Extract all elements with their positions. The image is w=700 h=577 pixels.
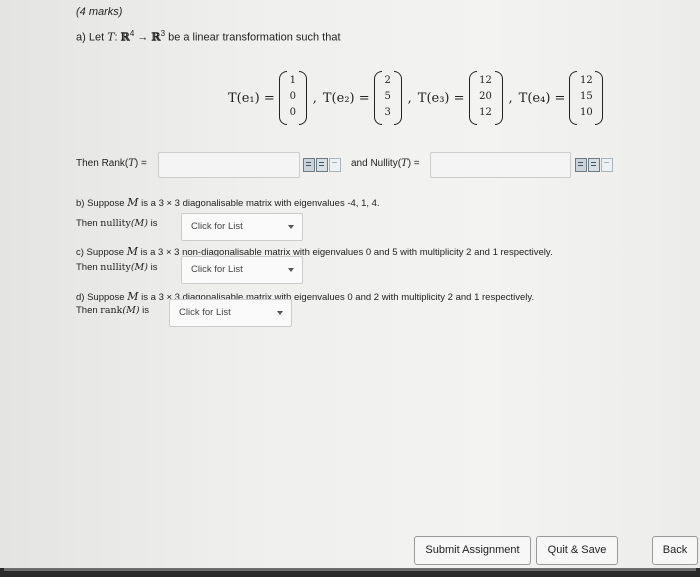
chevron-down-icon (288, 268, 294, 272)
column-vector-3: 12 20 12 (468, 71, 503, 125)
equation-editor-icon[interactable] (575, 158, 587, 172)
preview-icon[interactable] (329, 158, 341, 172)
part-b-question: Then nullity(M) is (76, 218, 158, 229)
chevron-down-icon (288, 225, 294, 229)
matrix-editor-icon[interactable] (588, 158, 600, 172)
rank-label: Then Rank(T) = (76, 158, 147, 169)
quit-and-save-button[interactable]: Quit & Save (536, 536, 618, 565)
marks-label: (4 marks) (76, 6, 123, 18)
vector-label-3: T(e₃) = (417, 90, 465, 106)
chevron-down-icon (277, 311, 283, 315)
equation-editor-icon[interactable] (303, 158, 315, 172)
preview-icon[interactable] (601, 158, 613, 172)
column-vector-1: 1 0 0 (278, 71, 307, 125)
column-vector-4: 12 15 10 (569, 71, 604, 125)
part-b-statement: b) Suppose M is a 3 × 3 diagonalisable m… (76, 196, 380, 209)
rank-input[interactable] (158, 152, 300, 178)
part-a-statement: a) Let T: ℝ4 → ℝ3 be a linear transforma… (76, 29, 341, 44)
part-c-question: Then nullity(M) is (76, 262, 158, 273)
part-d-statement: d) Suppose M is a 3 × 3 diagonalisable m… (76, 290, 535, 303)
question-page: (4 marks) a) Let T: ℝ4 → ℝ3 be a linear … (0, 0, 700, 568)
transformation-vectors: T(e₁) = 1 0 0 , T(e₂) = 2 5 3 , T(e₃) = … (228, 70, 607, 126)
rank-input-tools (303, 158, 341, 172)
screen-bezel (0, 568, 700, 577)
column-vector-2: 2 5 3 (373, 71, 402, 125)
part-c-statement: c) Suppose M is a 3 × 3 non-diagonalisab… (76, 245, 553, 258)
vector-label-4: T(e₄) = (518, 90, 566, 106)
matrix-editor-icon[interactable] (316, 158, 328, 172)
back-button[interactable]: Back (652, 536, 698, 565)
nullity-input[interactable] (430, 152, 571, 178)
nullity-input-tools (575, 158, 613, 172)
nullity-label: and Nullity(T) = (351, 158, 420, 169)
part-c-select[interactable]: Click for List (181, 256, 303, 284)
vector-label-1: T(e₁) = (228, 90, 275, 106)
submit-assignment-button[interactable]: Submit Assignment (414, 536, 531, 565)
vector-label-2: T(e₂) = (322, 90, 370, 106)
part-d-select[interactable]: Click for List (169, 299, 292, 327)
part-d-question: Then rank(M) is (76, 305, 150, 316)
part-b-select[interactable]: Click for List (181, 213, 303, 241)
